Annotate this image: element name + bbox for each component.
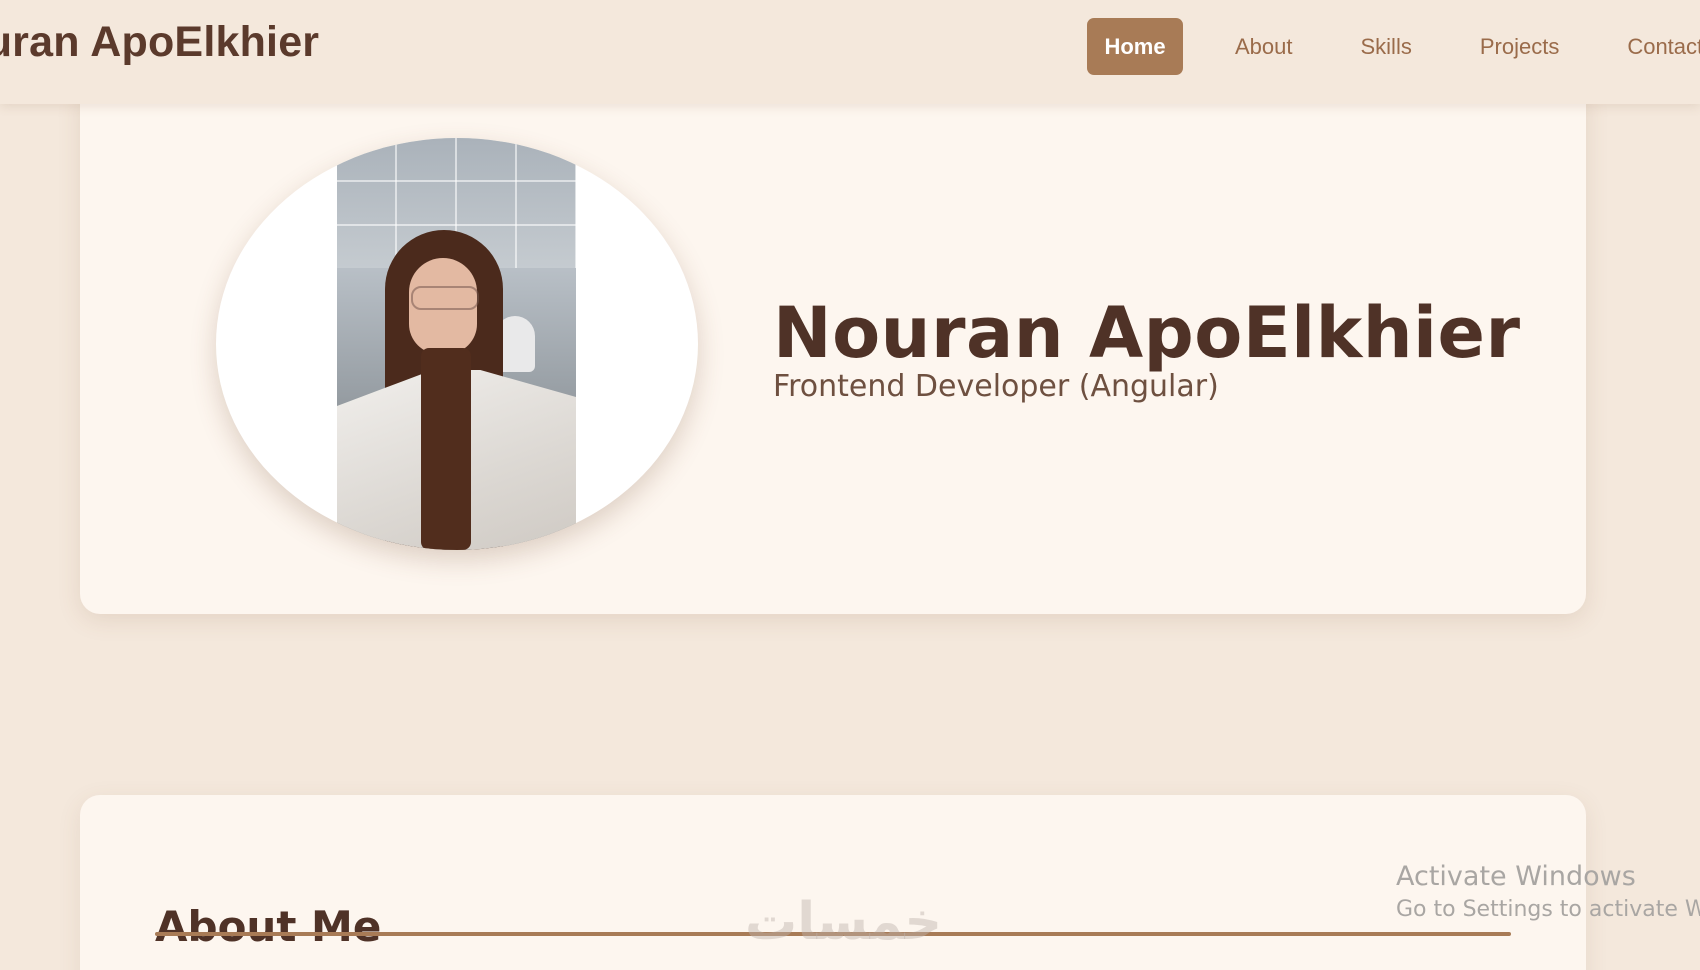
photo-scarf <box>421 348 471 550</box>
nav-projects[interactable]: Projects <box>1466 18 1573 75</box>
profile-avatar <box>216 138 698 550</box>
hero-role: Frontend Developer (Angular) <box>773 369 1219 404</box>
photo-glasses <box>411 286 479 310</box>
nav-contact[interactable]: Contact <box>1613 18 1700 75</box>
site-brand[interactable]: Nouran ApoElkhier <box>0 18 319 67</box>
site-header: Nouran ApoElkhier Home About Skills Proj… <box>0 0 1700 104</box>
activate-windows-subtitle: Go to Settings to activate Windows. <box>1396 897 1700 922</box>
main-nav: Home About Skills Projects Contact <box>1087 18 1700 75</box>
activate-windows-notice: Activate Windows Go to Settings to activ… <box>1396 860 1700 926</box>
nav-home[interactable]: Home <box>1087 18 1183 75</box>
profile-photo <box>337 138 576 550</box>
nav-about[interactable]: About <box>1221 18 1307 75</box>
nav-skills[interactable]: Skills <box>1347 18 1426 75</box>
about-title: About Me <box>155 901 382 951</box>
hero-card: Nouran ApoElkhier Frontend Developer (An… <box>80 80 1586 614</box>
hero-name: Nouran ApoElkhier <box>773 291 1521 374</box>
activate-windows-title: Activate Windows <box>1396 861 1636 892</box>
portfolio-page: Nouran ApoElkhier Home About Skills Proj… <box>0 0 1700 970</box>
site-watermark: خمسات <box>745 892 943 952</box>
